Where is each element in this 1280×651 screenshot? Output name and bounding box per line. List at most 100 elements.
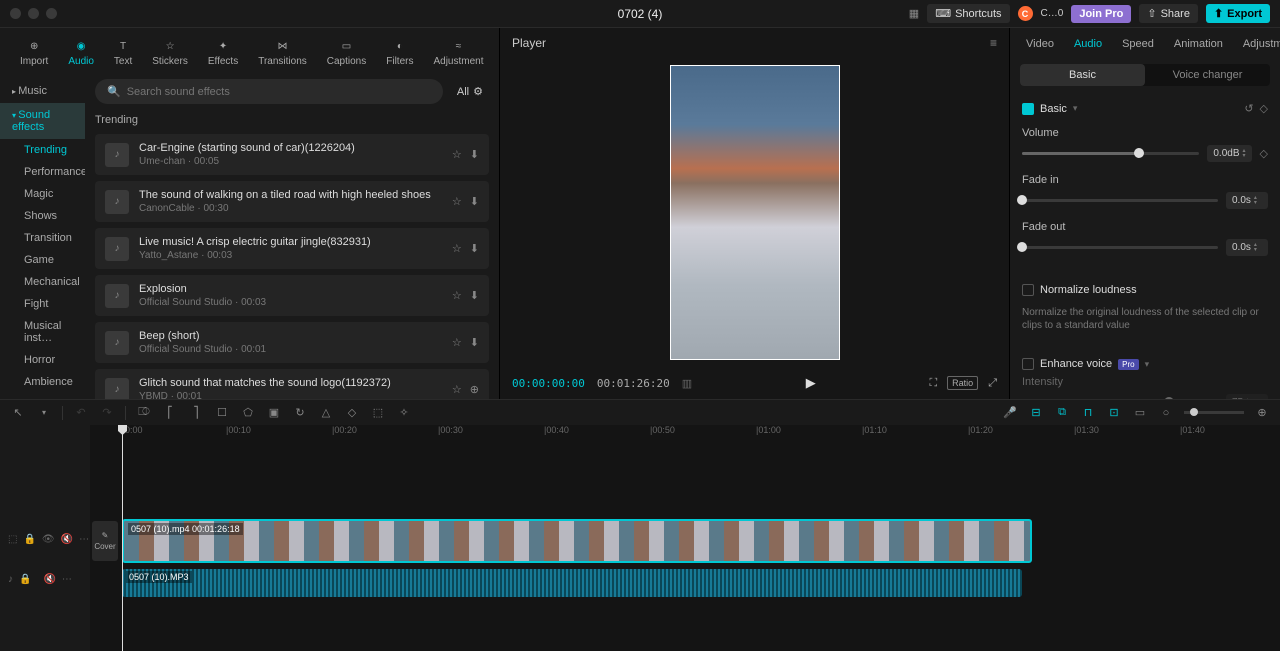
time-ruler[interactable]: 00:00|00:10|00:20|00:30|00:40|00:50|01:0…: [90, 425, 1280, 437]
playhead[interactable]: [122, 425, 123, 651]
maximize-window-icon[interactable]: [46, 8, 57, 19]
delete-icon[interactable]: ☐: [214, 406, 230, 419]
prop-tab-video[interactable]: Video: [1018, 34, 1062, 54]
subtab-basic[interactable]: Basic: [1020, 64, 1145, 86]
download-icon[interactable]: ⬇: [470, 289, 479, 302]
marker-icon[interactable]: ⬠: [240, 406, 256, 419]
video-clip[interactable]: 0507 (10).mp4 00:01:26:18: [122, 519, 1032, 563]
eye-icon[interactable]: 👁: [42, 534, 55, 545]
preview-icon[interactable]: ⊡: [1106, 406, 1122, 419]
fadein-slider[interactable]: [1022, 199, 1218, 202]
link-icon[interactable]: ⧉: [1054, 406, 1070, 419]
sound-item[interactable]: ♪ Beep (short) Official Sound Studio · 0…: [95, 322, 489, 363]
prop-tab-audio[interactable]: Audio: [1066, 34, 1110, 54]
tab-filters[interactable]: ◐Filters: [376, 34, 423, 71]
subcategory-bgm[interactable]: BGM: [0, 393, 85, 399]
join-pro-button[interactable]: Join Pro: [1071, 5, 1131, 23]
more-icon[interactable]: ⋯: [79, 534, 89, 545]
subcategory-transition[interactable]: Transition: [0, 227, 85, 249]
trim-right-icon[interactable]: ⎤: [188, 406, 204, 419]
subcategory-shows[interactable]: Shows: [0, 205, 85, 227]
subcategory-magic[interactable]: Magic: [0, 183, 85, 205]
subcategory-horror[interactable]: Horror: [0, 349, 85, 371]
player-menu-icon[interactable]: ≡: [990, 36, 997, 50]
volume-slider[interactable]: [1022, 152, 1199, 155]
download-icon[interactable]: ⬇: [470, 148, 479, 161]
subcategory-fight[interactable]: Fight: [0, 293, 85, 315]
lock-icon[interactable]: ⬚: [8, 534, 17, 545]
fadein-value[interactable]: 0.0s▴▾: [1226, 192, 1268, 209]
zoom-out-icon[interactable]: ○: [1158, 407, 1174, 419]
zoom-slider[interactable]: [1184, 411, 1244, 414]
layout-icon[interactable]: ▦: [909, 7, 919, 20]
export-button[interactable]: ⬆ Export: [1206, 4, 1270, 23]
audio-music-icon[interactable]: ♪: [8, 574, 13, 585]
subtab-voice-changer[interactable]: Voice changer: [1145, 64, 1270, 86]
volume-keyframe-icon[interactable]: ◇: [1260, 147, 1268, 160]
mirror-icon[interactable]: △: [318, 406, 334, 419]
trim-left-icon[interactable]: ⎡: [162, 406, 178, 419]
fadeout-slider[interactable]: [1022, 246, 1218, 249]
enhance-icon[interactable]: ✧: [396, 406, 412, 419]
tab-captions[interactable]: ▭Captions: [317, 34, 376, 71]
track-settings-icon[interactable]: ▭: [1132, 406, 1148, 419]
subcategory-ambience[interactable]: Ambience: [0, 371, 85, 393]
reverse-icon[interactable]: ↻: [292, 406, 308, 419]
magnet-icon[interactable]: ⊓: [1080, 406, 1096, 419]
sound-item[interactable]: ♪ Car-Engine (starting sound of car)(122…: [95, 134, 489, 175]
lock-icon[interactable]: 🔒: [19, 574, 31, 585]
mute-icon[interactable]: 🔇: [43, 574, 55, 585]
undo-icon[interactable]: ↶: [73, 406, 89, 419]
favorite-icon[interactable]: ☆: [452, 336, 462, 349]
tab-transitions[interactable]: ⋈Transitions: [248, 34, 317, 71]
tab-import[interactable]: ⊕Import: [10, 34, 58, 71]
user-avatar[interactable]: C: [1018, 6, 1033, 21]
cover-button[interactable]: ✎Cover: [92, 521, 118, 561]
enhance-checkbox[interactable]: [1022, 358, 1034, 370]
favorite-icon[interactable]: ☆: [452, 242, 462, 255]
subcategory-performance[interactable]: Performance: [0, 161, 85, 183]
search-input-wrapper[interactable]: 🔍: [95, 79, 443, 104]
pointer-tool-icon[interactable]: ↖: [10, 406, 26, 419]
crop-icon[interactable]: ⬚: [370, 406, 386, 419]
reset-icon[interactable]: ↺: [1244, 102, 1253, 115]
compare-icon[interactable]: ▥: [682, 377, 692, 390]
copy-icon[interactable]: ▣: [266, 406, 282, 419]
volume-value[interactable]: 0.0dB▴▾: [1207, 145, 1251, 162]
subcategory-musical[interactable]: Musical inst…: [0, 315, 85, 349]
redo-icon[interactable]: ↷: [99, 406, 115, 419]
favorite-icon[interactable]: ☆: [452, 195, 462, 208]
keyframe-icon[interactable]: ◇: [1260, 102, 1268, 115]
sound-item[interactable]: ♪ Live music! A crisp electric guitar ji…: [95, 228, 489, 269]
snap-icon[interactable]: ⊟: [1028, 406, 1044, 419]
shortcuts-button[interactable]: ⌨ Shortcuts: [927, 4, 1009, 23]
fullscreen-icon[interactable]: ⤢: [988, 377, 997, 390]
filter-button[interactable]: All ⚙: [451, 81, 489, 102]
video-track[interactable]: ✎Cover 0507 (10).mp4 00:01:26:18: [90, 517, 1280, 565]
tab-adjustment[interactable]: ≈Adjustment: [423, 34, 493, 71]
sound-item[interactable]: ♪ Glitch sound that matches the sound lo…: [95, 369, 489, 399]
minimize-window-icon[interactable]: [28, 8, 39, 19]
add-icon[interactable]: ⊕: [470, 383, 479, 396]
prop-tab-animation[interactable]: Animation: [1166, 34, 1231, 54]
basic-checkbox[interactable]: [1022, 103, 1034, 115]
favorite-icon[interactable]: ☆: [452, 148, 462, 161]
tab-text[interactable]: TText: [104, 34, 142, 71]
play-button[interactable]: ▶: [806, 375, 816, 391]
category-sound-effects[interactable]: Sound effects: [0, 103, 85, 139]
favorite-icon[interactable]: ☆: [452, 383, 462, 396]
rotate-icon[interactable]: ◇: [344, 406, 360, 419]
tab-stickers[interactable]: ☆Stickers: [142, 34, 198, 71]
lock-icon[interactable]: 🔒: [23, 534, 35, 545]
download-icon[interactable]: ⬇: [470, 195, 479, 208]
more-icon[interactable]: ⋯: [62, 574, 72, 585]
prop-tab-adjustment[interactable]: Adjustment: [1235, 34, 1280, 54]
subcategory-trending[interactable]: Trending: [0, 139, 85, 161]
audio-track[interactable]: 0507 (10).MP3: [90, 567, 1280, 599]
download-icon[interactable]: ⬇: [470, 336, 479, 349]
sound-item[interactable]: ♪ The sound of walking on a tiled road w…: [95, 181, 489, 222]
search-input[interactable]: [127, 86, 431, 98]
timeline-tracks[interactable]: 00:00|00:10|00:20|00:30|00:40|00:50|01:0…: [90, 425, 1280, 651]
sound-item[interactable]: ♪ Explosion Official Sound Studio · 00:0…: [95, 275, 489, 316]
share-button[interactable]: ⇧ Share: [1139, 4, 1198, 23]
